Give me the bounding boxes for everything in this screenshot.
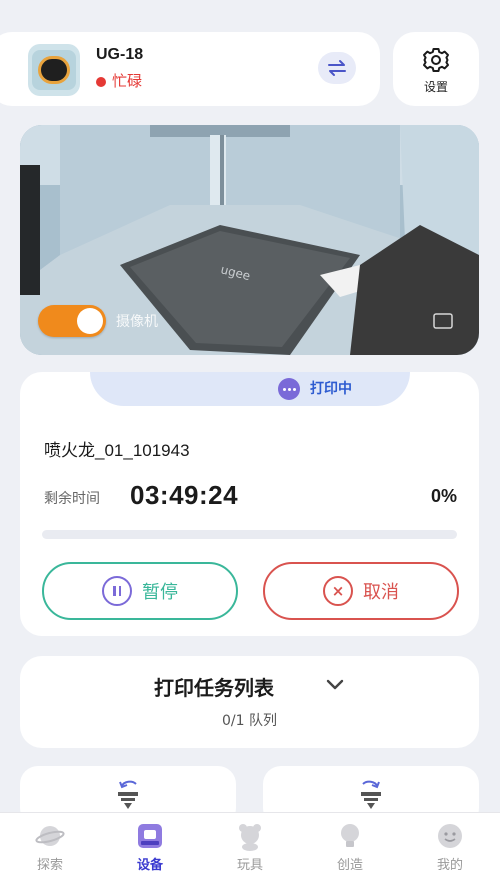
nav-label-device: 设备	[136, 858, 163, 873]
remaining-time-value: 03:49:24	[130, 480, 239, 510]
fullscreen-icon[interactable]	[433, 313, 453, 329]
nav-item-create[interactable]: 创造	[320, 819, 380, 875]
nav-label-toys: 玩具	[236, 858, 263, 873]
camera-label: 摄像机	[116, 314, 158, 330]
chevron-down-icon[interactable]	[326, 678, 344, 692]
planet-icon	[35, 826, 65, 846]
device-icon	[138, 824, 162, 848]
task-queue-count: 0/1 队列	[222, 713, 277, 729]
nav-item-me[interactable]: 我的	[420, 819, 480, 875]
settings-label: 设置	[423, 80, 448, 94]
switch-device-button[interactable]	[318, 52, 356, 84]
nav-item-device[interactable]: 设备	[120, 819, 180, 875]
printer-thumbnail	[28, 44, 80, 96]
gear-icon	[423, 48, 449, 72]
progress-bar	[42, 530, 457, 539]
remaining-time-label: 剩余时间	[44, 491, 100, 507]
pause-button[interactable]: 暂停	[42, 562, 238, 620]
nav-label-create: 创造	[336, 858, 363, 873]
nozzle-rotate-left-icon	[118, 780, 138, 809]
task-list-card[interactable]: 打印任务列表 0/1 队列	[20, 656, 479, 748]
device-status: 忙碌	[112, 72, 143, 90]
progress-percent: 0%	[430, 486, 457, 506]
device-name: UG-18	[96, 46, 144, 63]
print-status-tab: 打印中	[90, 372, 410, 406]
print-status-text: 打印中	[310, 381, 352, 397]
settings-button[interactable]: 设置	[393, 32, 479, 106]
nav-item-toys[interactable]: 玩具	[220, 819, 280, 875]
status-dot-icon	[96, 77, 106, 87]
print-status-card: 打印中 喷火龙_01_101943 剩余时间 03:49:24 0% 暂停 × …	[20, 372, 479, 636]
print-file-name: 喷火龙_01_101943	[44, 441, 190, 460]
camera-toggle[interactable]	[38, 305, 106, 337]
task-list-title: 打印任务列表	[154, 676, 274, 700]
bear-icon	[239, 824, 261, 851]
pause-label: 暂停	[142, 582, 178, 603]
nav-label-explore: 探索	[36, 858, 63, 873]
bulb-icon	[341, 824, 359, 847]
bottom-nav: 探索 设备 玩具 创造 我的	[0, 812, 500, 888]
cancel-button[interactable]: × 取消	[263, 562, 459, 620]
device-card[interactable]: UG-18 忙碌	[0, 32, 380, 106]
nav-item-explore[interactable]: 探索	[20, 819, 80, 875]
more-dots-icon	[278, 378, 300, 400]
face-icon	[438, 824, 462, 848]
swap-arrows-icon	[328, 60, 346, 76]
nozzle-rotate-right-icon	[361, 780, 381, 809]
nav-label-me: 我的	[436, 858, 463, 873]
camera-feed[interactable]: ugee 摄像机	[20, 125, 479, 355]
close-icon: ×	[323, 576, 353, 606]
pause-icon	[102, 576, 132, 606]
cancel-label: 取消	[363, 582, 399, 603]
